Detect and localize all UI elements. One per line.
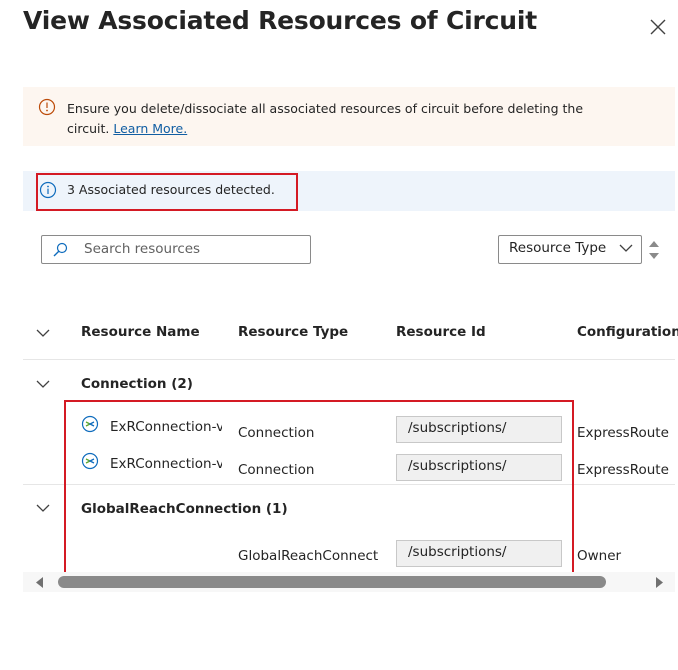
learn-more-link[interactable]: Learn More. xyxy=(113,121,187,136)
column-header-resource-name[interactable]: Resource Name xyxy=(81,324,200,340)
row-configuration: ExpressRoute xyxy=(577,425,669,441)
row-resource-type: Connection xyxy=(238,425,315,441)
scroll-right-arrow-icon[interactable] xyxy=(654,577,664,588)
row-resource-id[interactable]: /subscriptions/ xyxy=(396,540,562,567)
column-header-resource-id[interactable]: Resource Id xyxy=(396,324,486,340)
group-chevron-icon[interactable] xyxy=(35,379,51,389)
chevron-down-icon xyxy=(619,244,633,252)
warning-info-icon xyxy=(38,98,56,116)
row-resource-name[interactable]: ExRConnection-v xyxy=(110,419,222,435)
row-resource-id[interactable]: /subscriptions/ xyxy=(396,416,562,443)
resource-type-label: Resource Type xyxy=(509,240,607,256)
sort-icon[interactable] xyxy=(647,237,661,263)
connection-icon xyxy=(81,452,99,470)
header-divider xyxy=(23,359,675,360)
group-divider xyxy=(23,484,675,485)
row-resource-id[interactable]: /subscriptions/ xyxy=(396,454,562,481)
search-icon xyxy=(53,242,68,257)
scroll-left-arrow-icon[interactable] xyxy=(35,577,45,588)
scrollbar-thumb[interactable] xyxy=(58,576,606,588)
row-configuration: Owner xyxy=(577,548,622,564)
column-header-resource-type[interactable]: Resource Type xyxy=(238,324,348,340)
connection-icon xyxy=(81,415,99,433)
row-resource-name[interactable]: ExRConnection-v xyxy=(110,456,222,472)
detected-count-text: 3 Associated resources detected. xyxy=(67,182,275,197)
row-resource-type: GlobalReachConnect xyxy=(238,548,379,564)
row-configuration: ExpressRoute xyxy=(577,462,669,478)
row-resource-type: Connection xyxy=(238,462,315,478)
collapse-all-chevron-icon[interactable] xyxy=(35,328,51,338)
warning-text: Ensure you delete/dissociate all associa… xyxy=(67,99,607,139)
column-header-configuration[interactable]: Configuration xyxy=(577,324,678,340)
group-title-connection: Connection (2) xyxy=(81,376,193,392)
search-input[interactable] xyxy=(84,238,304,260)
info-icon xyxy=(39,181,57,199)
close-icon[interactable] xyxy=(648,17,668,37)
group-title-globalreach: GlobalReachConnection (1) xyxy=(81,501,288,517)
dialog-title: View Associated Resources of Circuit xyxy=(23,6,537,35)
group-chevron-icon[interactable] xyxy=(35,503,51,513)
